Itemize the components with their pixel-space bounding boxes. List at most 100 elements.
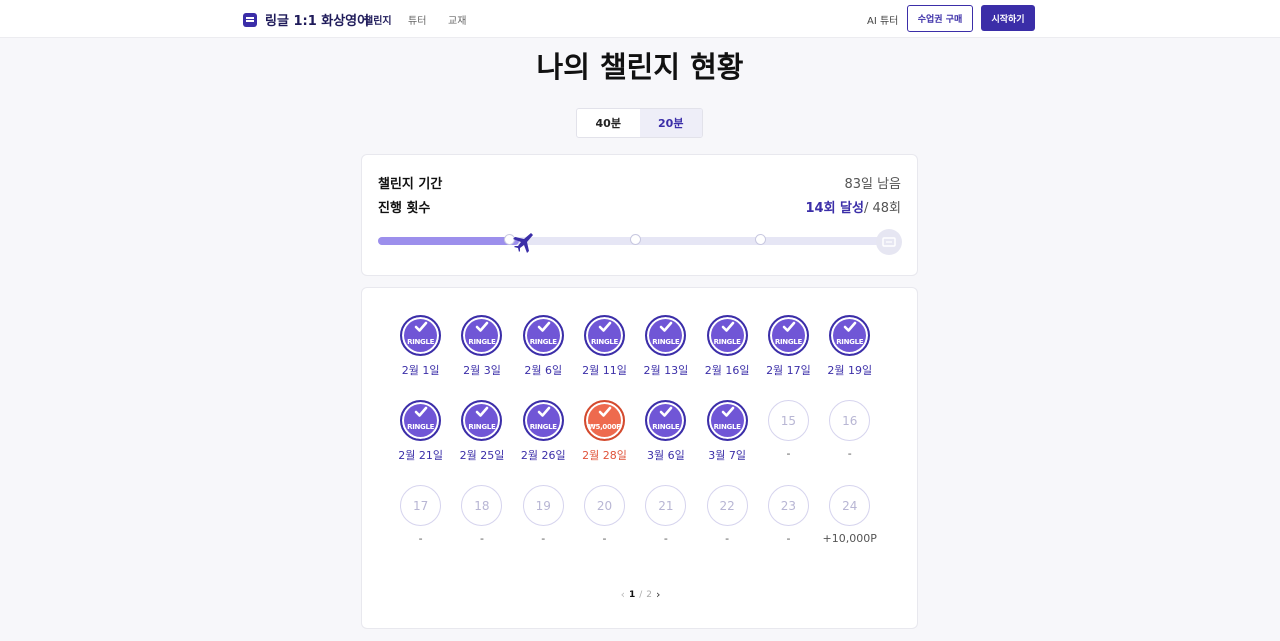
check-icon <box>476 321 489 332</box>
point-stamp: ₩5,000P <box>584 400 626 441</box>
completed-stamp: RINGLE <box>522 315 564 356</box>
check-icon <box>721 321 734 332</box>
toggle-20min[interactable]: 20분 <box>639 109 702 137</box>
nav-tutor[interactable]: 튜터 <box>408 12 426 27</box>
check-icon <box>537 321 551 332</box>
check-icon <box>660 406 673 417</box>
completed-stamp: RINGLE <box>767 315 809 356</box>
stamp-text: RINGLE <box>774 338 802 346</box>
stamp-cell: 23 - <box>758 485 819 570</box>
empty-stamp: 16 <box>829 400 871 441</box>
empty-stamp: 15 <box>767 400 809 441</box>
empty-stamp: 18 <box>461 485 503 526</box>
stamp-cell: RINGLE 2월 16일 <box>696 315 757 400</box>
count-value: 14회 달성/ 48회 <box>805 197 901 216</box>
start-button[interactable]: 시작하기 <box>981 5 1035 31</box>
empty-stamp: 20 <box>584 485 626 526</box>
stamp-cell: 24 +10,000P <box>819 485 880 570</box>
toggle-40min[interactable]: 40분 <box>577 109 640 137</box>
stamp-date-label: - <box>786 447 791 460</box>
stamp-grid: RINGLE 2월 1일 RINGLE 2월 3일 RINGLE 2월 6일 RINGLE 2… <box>390 315 880 570</box>
logo[interactable]: 링글 1:1 화상영어 <box>243 10 369 29</box>
check-icon <box>476 406 489 417</box>
stamp-date-label: - <box>418 532 423 545</box>
check-icon <box>414 406 428 417</box>
stamp-cell: RINGLE 3월 7일 <box>696 400 757 485</box>
top-navigation-bar: 링글 1:1 화상영어 챌린지 튜터 교재 AI 튜터 수업권 구매 시작하기 <box>0 0 1280 38</box>
stamp-cell: RINGLE 2월 6일 <box>513 315 574 400</box>
stamp-date-label: 2월 21일 <box>398 449 444 462</box>
stamp-cell: ₩5,000P 2월 28일 <box>574 400 635 485</box>
empty-stamp: 17 <box>400 485 442 526</box>
completed-stamp: RINGLE <box>400 315 442 356</box>
page-separator: / <box>639 589 643 600</box>
count-label: 진행 횟수 <box>378 201 431 216</box>
empty-stamp: 24 <box>829 485 871 526</box>
stamp-date-label: - <box>725 532 730 545</box>
nav-ai-tutor[interactable]: AI 튜터 <box>867 12 898 27</box>
stamp-text: RINGLE <box>468 423 496 431</box>
check-icon <box>598 406 612 417</box>
check-icon <box>721 406 734 417</box>
stamp-date-label: - <box>663 532 668 545</box>
stamp-text: RINGLE <box>836 338 864 346</box>
stamp-date-label: 2월 19일 <box>827 364 873 377</box>
stamp-cell: 20 - <box>574 485 635 570</box>
stamp-number: 18 <box>474 498 490 513</box>
milestone-dot <box>629 234 641 245</box>
stamp-number: 15 <box>780 413 797 428</box>
stamp-number: 20 <box>596 498 613 513</box>
airplane-icon <box>510 229 534 253</box>
stamp-text: ₩5,000P <box>588 423 621 431</box>
check-icon <box>414 321 428 332</box>
stamp-cell: RINGLE 3월 6일 <box>635 400 696 485</box>
completed-stamp: RINGLE <box>461 315 503 356</box>
logo-text: 링글 1:1 화상영어 <box>265 14 370 29</box>
stamp-cell: RINGLE 2월 11일 <box>574 315 635 400</box>
stamp-cell: RINGLE 2월 13일 <box>635 315 696 400</box>
challenge-summary-card: 챌린지 기간 83일 남음 진행 횟수 14회 달성/ 48회 <box>361 154 918 276</box>
stamp-cell: RINGLE 2월 19일 <box>819 315 880 400</box>
stamp-date-label: 2월 6일 <box>524 364 563 377</box>
stamp-cell: 18 - <box>451 485 512 570</box>
stamp-text: RINGLE <box>591 338 619 346</box>
stamp-date-label: 2월 13일 <box>643 364 689 377</box>
stamp-number: 24 <box>842 498 858 513</box>
empty-stamp: 23 <box>767 485 809 526</box>
stamp-number: 21 <box>658 498 674 513</box>
stamp-text: RINGLE <box>713 338 741 346</box>
stamp-text: RINGLE <box>713 423 741 431</box>
buy-lessons-button[interactable]: 수업권 구매 <box>907 5 973 32</box>
completed-stamp: RINGLE <box>400 400 442 441</box>
completed-stamp: RINGLE <box>706 400 748 441</box>
stamp-date-label: 3월 7일 <box>708 449 746 462</box>
completed-stamp: RINGLE <box>645 400 687 441</box>
stamp-cell: 17 - <box>390 485 451 570</box>
stamp-date-label: 3월 6일 <box>646 449 685 462</box>
stamp-cell: 22 - <box>696 485 757 570</box>
check-icon <box>537 406 551 417</box>
progress-fill <box>378 237 520 245</box>
current-page: 1 <box>628 589 636 600</box>
stamp-cell: 21 - <box>635 485 696 570</box>
stamp-text: RINGLE <box>407 338 435 346</box>
stamp-date-label: 2월 17일 <box>766 364 811 377</box>
check-icon <box>843 321 857 332</box>
nav-materials[interactable]: 교재 <box>448 12 466 27</box>
completed-stamp: RINGLE <box>645 315 687 356</box>
stamp-cell: RINGLE 2월 21일 <box>390 400 451 485</box>
completed-stamp: RINGLE <box>584 315 626 356</box>
duration-toggle: 40분 20분 <box>576 108 703 138</box>
prev-page-icon[interactable]: ‹ <box>621 588 625 601</box>
check-icon <box>660 321 673 332</box>
check-icon <box>782 321 796 332</box>
progress-track <box>378 234 883 245</box>
completed-stamp: RINGLE <box>461 400 503 441</box>
total-pages: 2 <box>646 589 653 600</box>
stamp-text: RINGLE <box>468 338 496 346</box>
nav-challenge[interactable]: 챌린지 <box>364 12 392 27</box>
stamp-board-card: RINGLE 2월 1일 RINGLE 2월 3일 RINGLE 2월 6일 RINGLE 2… <box>361 287 918 629</box>
next-page-icon[interactable]: › <box>656 588 660 601</box>
period-value: 83일 남음 <box>844 177 901 192</box>
logo-icon <box>243 12 257 27</box>
